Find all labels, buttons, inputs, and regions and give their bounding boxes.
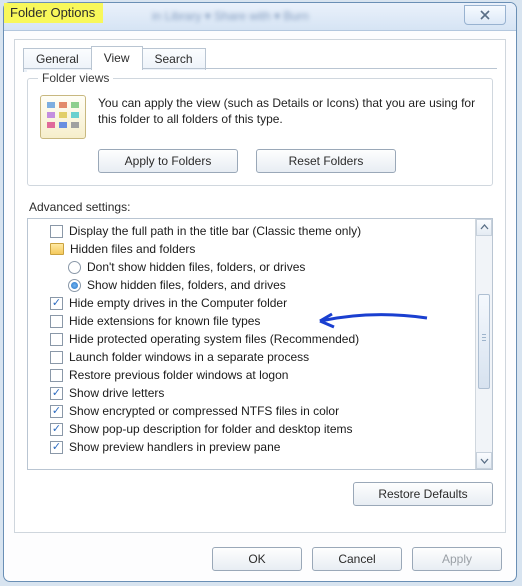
close-button[interactable]: [464, 5, 506, 25]
checkbox-icon[interactable]: [50, 405, 63, 418]
list-item[interactable]: Hide protected operating system files (R…: [32, 330, 471, 348]
list-item[interactable]: Launch folder windows in a separate proc…: [32, 348, 471, 366]
tab-panel-view: Folder views You can apply the view (suc…: [27, 70, 493, 482]
list-item[interactable]: Restore previous folder windows at logon: [32, 366, 471, 384]
apply-to-folders-button[interactable]: Apply to Folders: [98, 149, 238, 173]
scroll-up-button[interactable]: [476, 219, 492, 236]
cancel-button[interactable]: Cancel: [312, 547, 402, 571]
list-item-label: Show hidden files, folders, and drives: [87, 278, 286, 292]
checkbox-icon[interactable]: [50, 315, 63, 328]
chevron-up-icon: [480, 223, 489, 232]
restore-defaults-button[interactable]: Restore Defaults: [353, 482, 493, 506]
folder-icon: [50, 243, 64, 255]
list-item-label: Launch folder windows in a separate proc…: [69, 350, 309, 364]
list-item-label: Hide extensions for known file types: [69, 314, 260, 328]
list-item-label: Show pop-up description for folder and d…: [69, 422, 353, 436]
background-toolbar-blur: in Library ▾ Share with ▾ Burn: [152, 9, 406, 23]
list-item-label: Show drive letters: [69, 386, 164, 400]
radio-icon[interactable]: [68, 279, 81, 292]
list-item-label: Hide empty drives in the Computer folder: [69, 296, 287, 310]
tab-strip: General View Search: [23, 46, 205, 70]
window-title: Folder Options: [4, 3, 103, 23]
reset-folders-button[interactable]: Reset Folders: [256, 149, 396, 173]
list-item[interactable]: Show pop-up description for folder and d…: [32, 420, 471, 438]
folder-views-description: You can apply the view (such as Details …: [98, 95, 480, 127]
vertical-scrollbar[interactable]: [475, 219, 492, 469]
list-item[interactable]: Hide extensions for known file types: [32, 312, 471, 330]
checkbox-icon[interactable]: [50, 369, 63, 382]
list-item[interactable]: Hide empty drives in the Computer folder: [32, 294, 471, 312]
list-item[interactable]: Show drive letters: [32, 384, 471, 402]
list-item-label: Restore previous folder windows at logon: [69, 368, 288, 382]
advanced-settings-list[interactable]: Display the full path in the title bar (…: [27, 218, 493, 470]
checkbox-icon[interactable]: [50, 351, 63, 364]
checkbox-icon[interactable]: [50, 423, 63, 436]
close-icon: [479, 9, 491, 21]
list-item-label: Hide protected operating system files (R…: [69, 332, 359, 346]
list-item[interactable]: Show preview handlers in preview pane: [32, 438, 471, 456]
dialog-footer: OK Cancel Apply: [212, 547, 502, 571]
list-item[interactable]: Show hidden files, folders, and drives: [32, 276, 471, 294]
checkbox-icon[interactable]: [50, 297, 63, 310]
list-item[interactable]: Don't show hidden files, folders, or dri…: [32, 258, 471, 276]
folder-views-group: Folder views You can apply the view (suc…: [27, 78, 493, 186]
list-item-label: Display the full path in the title bar (…: [69, 224, 361, 238]
dialog-window: Folder Options in Library ▾ Share with ▾…: [3, 2, 517, 582]
folder-views-icon: [40, 95, 86, 139]
list-item[interactable]: Display the full path in the title bar (…: [32, 222, 471, 240]
list-item-label: Show preview handlers in preview pane: [69, 440, 280, 454]
radio-icon[interactable]: [68, 261, 81, 274]
list-item[interactable]: Show encrypted or compressed NTFS files …: [32, 402, 471, 420]
client-area: General View Search Folder views You can…: [14, 39, 506, 533]
checkbox-icon[interactable]: [50, 387, 63, 400]
apply-button[interactable]: Apply: [412, 547, 502, 571]
list-item[interactable]: Hidden files and folders: [32, 240, 471, 258]
tab-view[interactable]: View: [91, 46, 143, 70]
list-item-label: Don't show hidden files, folders, or dri…: [87, 260, 305, 274]
scroll-down-button[interactable]: [476, 452, 492, 469]
chevron-down-icon: [480, 456, 489, 465]
list-item-label: Show encrypted or compressed NTFS files …: [69, 404, 339, 418]
folder-views-legend: Folder views: [38, 71, 113, 85]
checkbox-icon[interactable]: [50, 333, 63, 346]
scroll-thumb[interactable]: [478, 294, 490, 389]
list-item-label: Hidden files and folders: [70, 242, 195, 256]
checkbox-icon[interactable]: [50, 225, 63, 238]
checkbox-icon[interactable]: [50, 441, 63, 454]
annotation-arrow-icon: [312, 312, 432, 330]
ok-button[interactable]: OK: [212, 547, 302, 571]
advanced-settings-list-inner: Display the full path in the title bar (…: [28, 219, 475, 469]
title-bar: Folder Options in Library ▾ Share with ▾…: [4, 3, 516, 31]
advanced-settings-label: Advanced settings:: [29, 200, 493, 214]
